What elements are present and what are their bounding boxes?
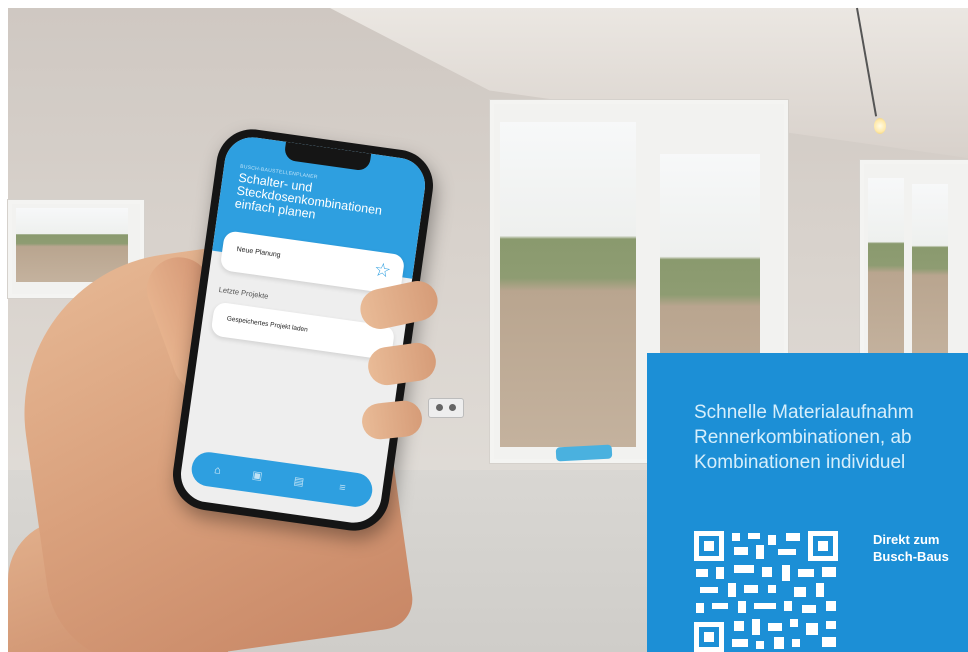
new-planning-label: Neue Planung [236, 246, 281, 260]
promo-line: Kombinationen individuel [694, 452, 906, 473]
light-bulb-icon [874, 118, 886, 134]
star-outline-icon[interactable]: ☆ [373, 259, 393, 282]
promo-panel: Schnelle Materialaufnahm Rennerkombinati… [647, 353, 968, 652]
plan-icon[interactable]: ▣ [248, 467, 266, 485]
promo-link-line: Direkt zum [873, 532, 940, 547]
right-window [860, 160, 968, 378]
promo-link[interactable]: Direkt zum Busch-Baus [873, 531, 949, 565]
photo-scene: BUSCH-BAUSTELLENPLANER Schalter- und Ste… [0, 0, 968, 652]
qr-code-icon[interactable] [694, 531, 838, 652]
home-icon[interactable]: ⌂ [209, 461, 227, 479]
spirit-level-icon [555, 444, 613, 462]
recent-projects-heading: Letzte Projekte [218, 284, 270, 301]
promo-link-line: Busch-Baus [873, 549, 949, 564]
promo-text: Schnelle Materialaufnahm Rennerkombinati… [694, 400, 968, 475]
promo-line: Rennerkombinationen, ab [694, 427, 912, 448]
load-project-label: Gespeichertes Projekt laden [226, 315, 309, 334]
wall-socket-icon [428, 398, 464, 418]
app-title: Schalter- und Steckdosenkombinationen ei… [233, 170, 383, 222]
phone-screen: BUSCH-BAUSTELLENPLANER Schalter- und Ste… [177, 133, 429, 527]
menu-icon[interactable]: ≡ [333, 479, 351, 497]
bottom-tab-bar: ⌂ ▣ ▤ ≡ [189, 450, 375, 510]
promo-line: Schnelle Materialaufnahm [694, 402, 914, 423]
list-icon[interactable]: ▤ [290, 473, 308, 491]
